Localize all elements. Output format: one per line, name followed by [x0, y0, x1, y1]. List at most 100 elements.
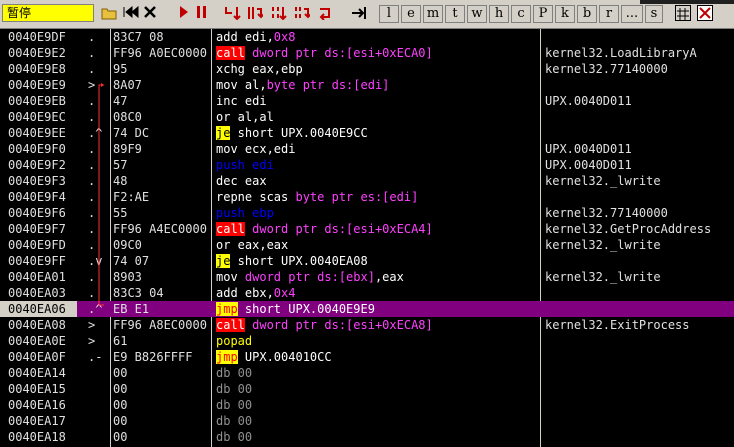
close-icon[interactable]: [142, 5, 158, 23]
hex-dump-cell: 8903: [113, 270, 142, 284]
restart-icon[interactable]: [121, 5, 141, 23]
code-row[interactable]: 0040E9F4. F2:AE repne scas byte ptr es:[ed…: [0, 189, 734, 205]
instruction-operand: short UPX.0040E9E9: [237, 302, 375, 316]
pause-icon[interactable]: [194, 5, 210, 23]
code-row[interactable]: 0040E9F2. 57 push edi UPX.0040D011: [0, 157, 734, 173]
disassembly-cell: inc edi: [216, 93, 536, 109]
disassembly-cell: add edi,0x8: [216, 29, 536, 45]
code-row[interactable]: 0040E9F7. FF96 A4EC0000 call dword ptr ds:…: [0, 221, 734, 237]
address-cell: 0040E9E2: [0, 45, 77, 61]
code-row[interactable]: 0040EA0E >61 popad: [0, 333, 734, 349]
code-row[interactable]: 0040EA15 00 db 00: [0, 381, 734, 397]
call-stack-button[interactable]: k: [555, 5, 575, 23]
code-row[interactable]: 0040E9F0. 89F9 mov ecx,edi UPX.0040D011: [0, 141, 734, 157]
address-cell: 0040EA08: [0, 317, 77, 333]
memory-map-button[interactable]: m: [423, 5, 443, 23]
code-row[interactable]: 0040E9EE .^ 74 DC je short UPX.0040E9CC: [0, 125, 734, 141]
goto-address-icon[interactable]: [350, 5, 368, 23]
comment-cell: kernel32.77140000: [545, 206, 668, 220]
instruction-mnemonic: inc edi: [216, 94, 267, 108]
hex-dump-cell: 00: [113, 414, 128, 428]
code-row[interactable]: 0040E9DF. 83C7 08 add edi,0x8: [0, 29, 734, 45]
options-grid-icon[interactable]: [675, 5, 691, 21]
code-row[interactable]: 0040E9FD. 09C0 or eax,eax kernel32._lwrite: [0, 237, 734, 253]
threads-button[interactable]: t: [445, 5, 465, 23]
execute-till-return-icon[interactable]: [317, 5, 335, 23]
toolbar: 暂停 l e m t w h c P k b r ... s: [0, 0, 734, 29]
instruction-mnemonic: jmp: [216, 302, 238, 316]
comment-cell: kernel32._lwrite: [545, 174, 661, 188]
address-cell: 0040E9F2: [0, 157, 77, 173]
handles-button[interactable]: h: [489, 5, 509, 23]
code-row[interactable]: 0040EA16 00 db 00: [0, 397, 734, 413]
code-row[interactable]: 0040E9FF .v 74 07 je short UPX.0040EA08: [0, 253, 734, 269]
disassembly-cell: or al,al: [216, 109, 536, 125]
address-cell: 0040E9F7: [0, 221, 77, 237]
trace-over-icon[interactable]: [293, 5, 311, 23]
disassembly-listing[interactable]: 0040E9DF. 83C7 08 add edi,0x8 0040E9E2. FF96…: [0, 29, 734, 447]
instruction-operand: dword ptr ds:[esi+0xECA4]: [244, 222, 433, 236]
code-row[interactable]: 0040E9F6. 55 push ebp kernel32.77140000: [0, 205, 734, 221]
code-row[interactable]: 0040E9E2. FF96 A0EC0000 call dword ptr ds:…: [0, 45, 734, 61]
code-row[interactable]: 0040EA01. 8903 mov dword ptr ds:[ebx],eax k…: [0, 269, 734, 285]
run-icon[interactable]: [176, 5, 192, 23]
hex-dump-cell: 57: [113, 158, 128, 172]
hex-dump-cell: 00: [113, 382, 128, 396]
executable-modules-button[interactable]: e: [401, 5, 421, 23]
instruction-mnemonic: or al,al: [216, 110, 274, 124]
trace-into-icon[interactable]: [270, 5, 288, 23]
hex-dump-cell: 95: [113, 62, 128, 76]
help-icon[interactable]: [697, 5, 713, 21]
open-folder-icon[interactable]: [100, 5, 118, 23]
code-row[interactable]: 0040E9EC. 08C0 or al,al: [0, 109, 734, 125]
run-trace-button[interactable]: ...: [621, 5, 643, 23]
comment-cell: kernel32.77140000: [545, 62, 668, 76]
cpu-button[interactable]: c: [511, 5, 531, 23]
code-row[interactable]: 0040EA18 00 db 00: [0, 429, 734, 445]
comment-cell: kernel32._lwrite: [545, 238, 661, 252]
patches-button[interactable]: P: [533, 5, 553, 23]
step-into-icon[interactable]: [224, 5, 242, 23]
hex-dump-cell: 83C7 08: [113, 30, 164, 44]
disassembly-cell: dec eax: [216, 173, 536, 189]
code-row[interactable]: 0040E9E8. 95 xchg eax,ebp kernel32.77140000: [0, 61, 734, 77]
disassembly-cell: push ebp: [216, 205, 536, 221]
selected-row[interactable]: 0040EA06 .^ EB E1 jmp short UPX.0040E9E9: [0, 301, 734, 317]
code-row[interactable]: 0040EA08 > FF96 A8EC0000 call dword ptr ds:…: [0, 317, 734, 333]
address-cell: 0040E9EC: [0, 109, 77, 125]
address-cell: 0040EA14: [0, 365, 77, 381]
address-cell: 0040EA17: [0, 413, 77, 429]
instruction-operand: short UPX.0040EA08: [230, 254, 368, 268]
instruction-operand: dword ptr ds:[esi+0xECA8]: [244, 318, 433, 332]
code-row[interactable]: 0040EA0F .- E9 B826FFFF jmp UPX.004010CC: [0, 349, 734, 365]
code-row[interactable]: 0040EA14 00 db 00: [0, 365, 734, 381]
comment-cell: UPX.0040D011: [545, 94, 632, 108]
instruction-mnemonic: call: [216, 222, 245, 236]
breakpoints-button[interactable]: b: [577, 5, 597, 23]
disassembly-cell: mov al,byte ptr ds:[edi]: [216, 77, 536, 93]
code-row[interactable]: 0040EA03. 83C3 04 add ebx,0x4: [0, 285, 734, 301]
disassembly-cell: db 00: [216, 381, 536, 397]
disassembly-cell: db 00: [216, 365, 536, 381]
hex-dump-cell: 74 DC: [113, 126, 150, 140]
instruction-operand: byte ptr ds:[edi]: [266, 78, 390, 92]
code-row[interactable]: 0040E9F3. 48 dec eax kernel32._lwrite: [0, 173, 734, 189]
log-window-button[interactable]: l: [379, 5, 399, 23]
code-row[interactable]: 0040E9E9 >8A07 mov al,byte ptr ds:[edi]: [0, 77, 734, 93]
address-cell: 0040E9F0: [0, 141, 77, 157]
instruction-mnemonic: db 00: [216, 398, 253, 412]
instruction-operand: short UPX.0040E9CC: [230, 126, 368, 140]
windows-button[interactable]: w: [467, 5, 487, 23]
step-over-icon[interactable]: [246, 5, 264, 23]
hex-dump-cell: 61: [113, 334, 128, 348]
code-row[interactable]: 0040E9EB. 47 inc edi UPX.0040D011: [0, 93, 734, 109]
disassembly-cell: mov ecx,edi: [216, 141, 536, 157]
disassembly-cell: add ebx,0x4: [216, 285, 536, 301]
instruction-mnemonic: mov ecx,edi: [216, 142, 296, 156]
address-cell: 0040EA15: [0, 381, 77, 397]
source-button[interactable]: s: [645, 5, 663, 23]
code-row[interactable]: 0040EA17 00 db 00: [0, 413, 734, 429]
references-button[interactable]: r: [599, 5, 619, 23]
instruction-mnemonic: db 00: [216, 382, 253, 396]
instruction-operand: dword ptr ds:[ebx]: [244, 270, 375, 284]
